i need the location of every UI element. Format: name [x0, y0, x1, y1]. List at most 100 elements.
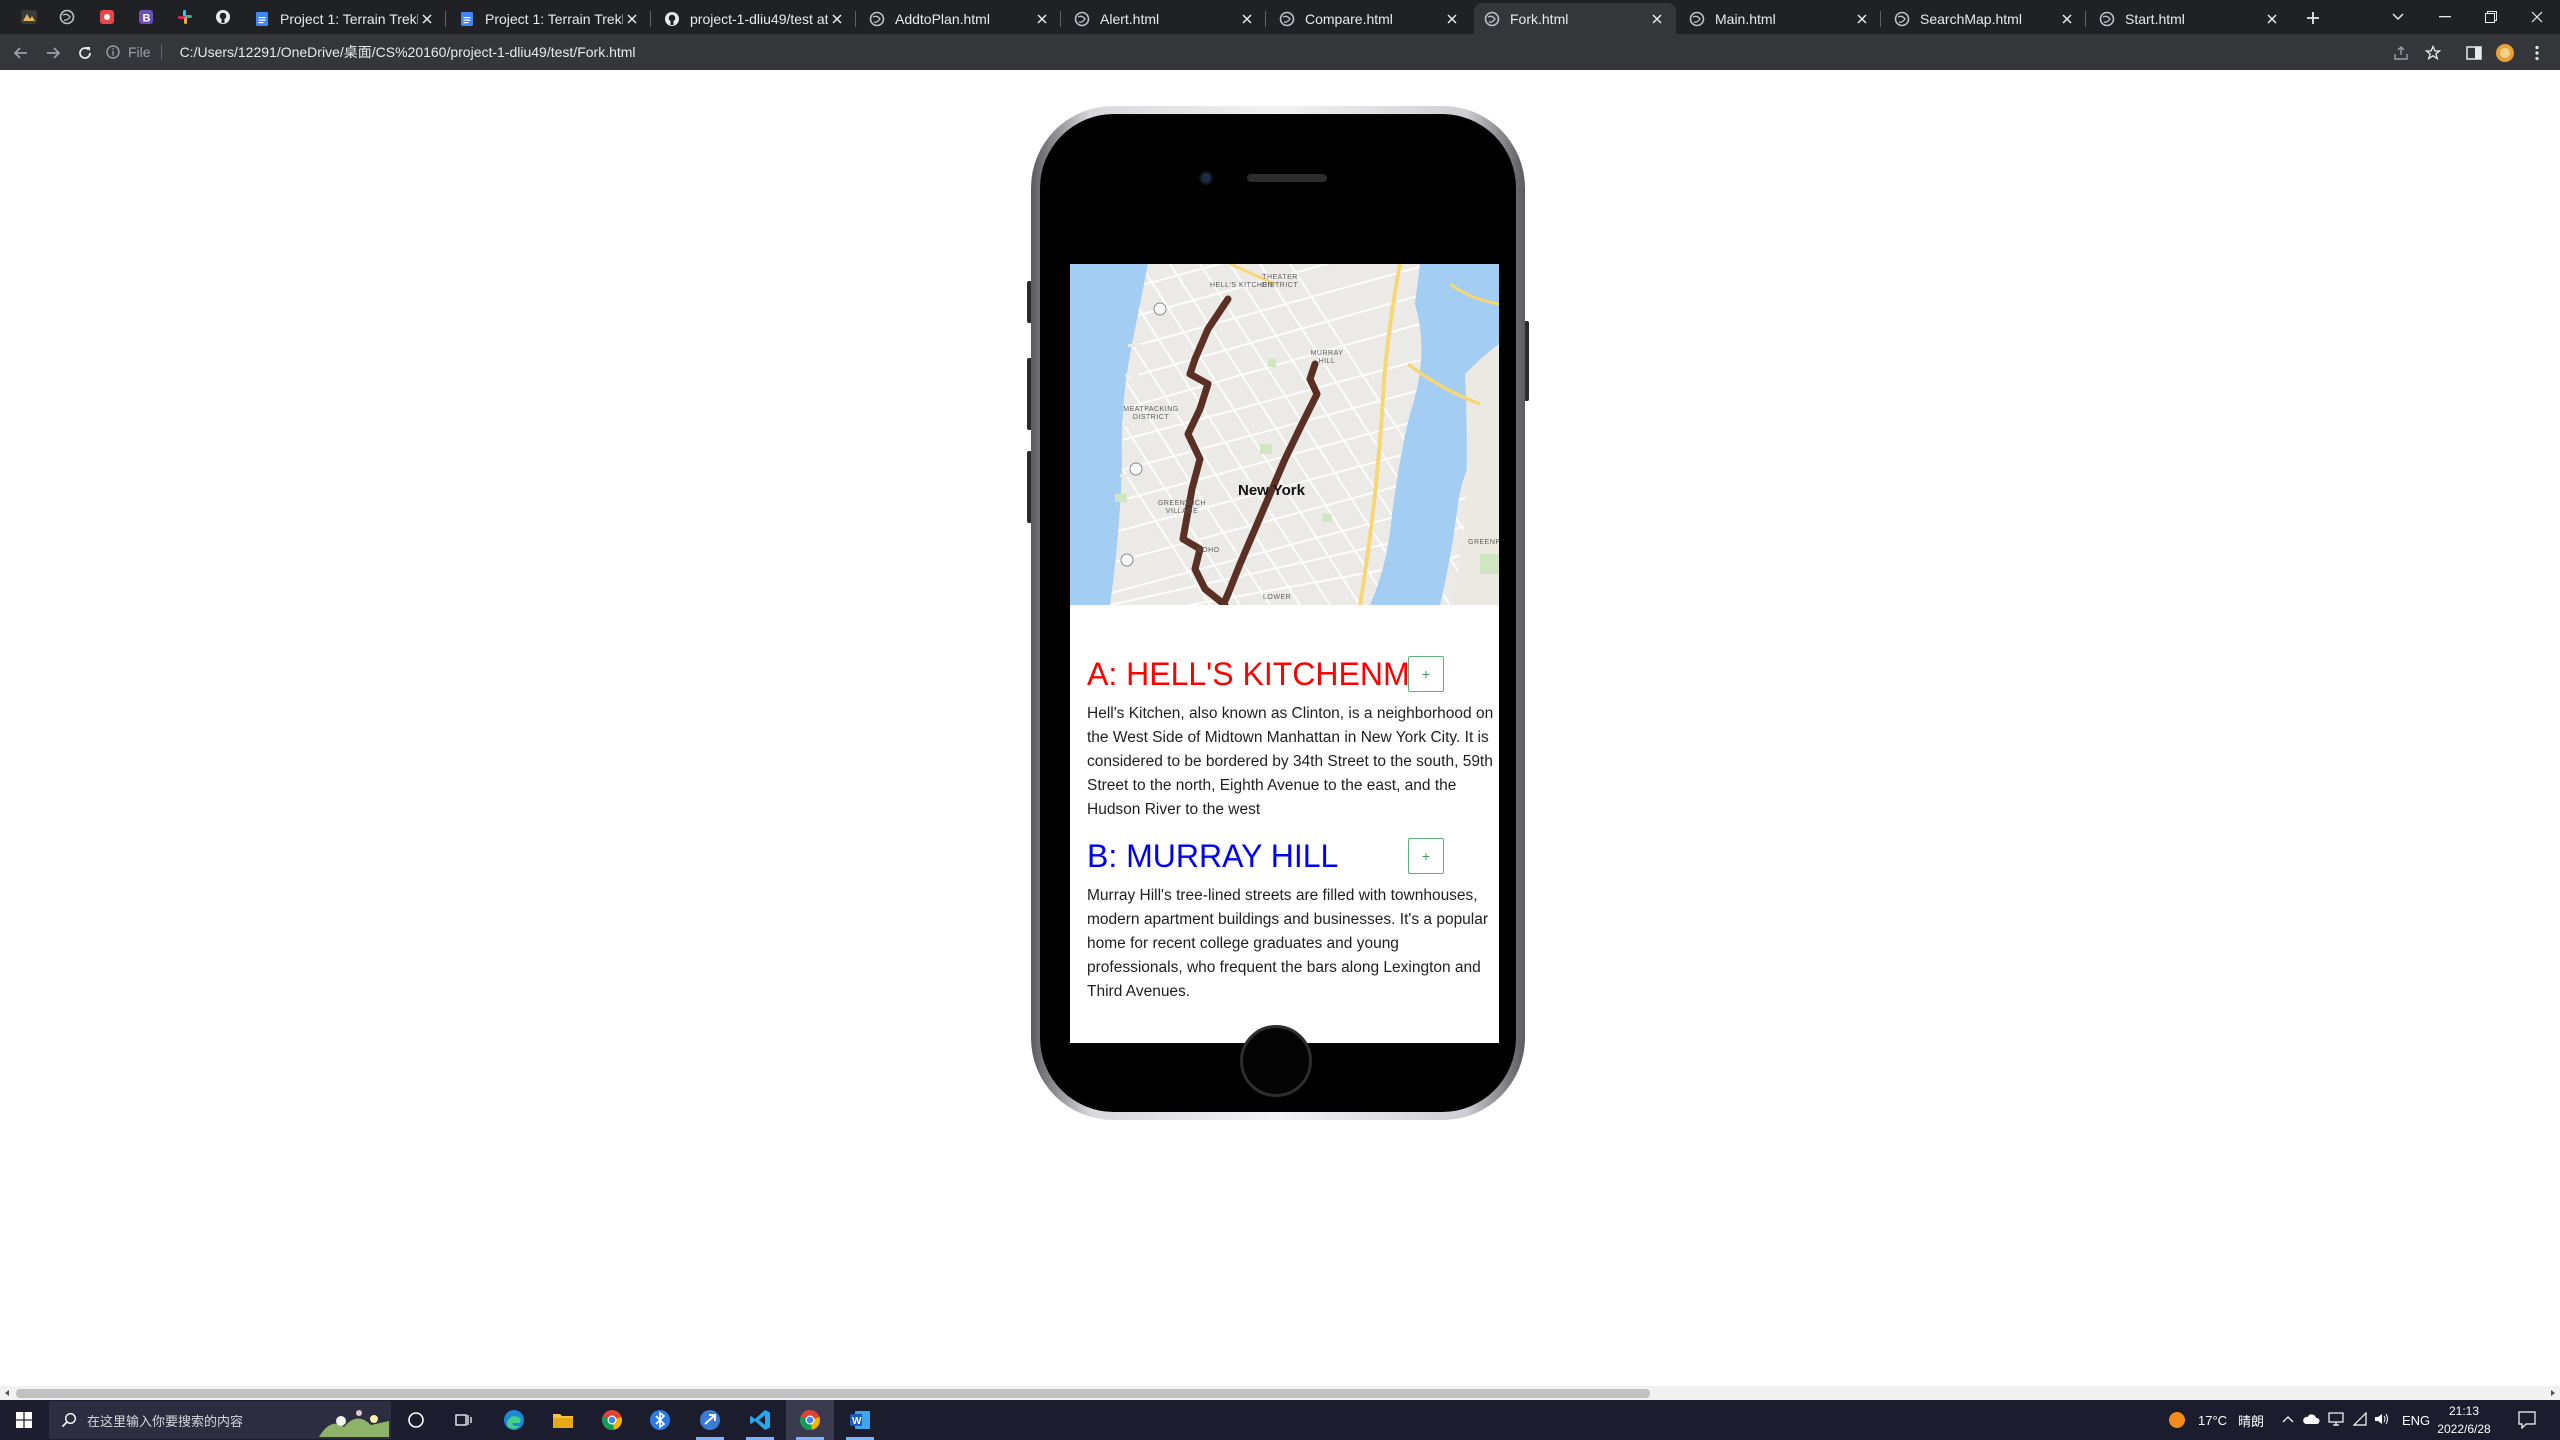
route-map[interactable]: HELL'S KITCHEN THEATER DISTRICT MURRAY H…	[1070, 264, 1499, 609]
globe-icon	[869, 11, 885, 26]
taskbar-app-blue[interactable]	[636, 1400, 684, 1440]
bookmark-button[interactable]	[2421, 41, 2445, 65]
add-to-plan-button[interactable]: +	[1408, 656, 1444, 692]
weather-desc[interactable]: 晴朗	[2238, 1400, 2264, 1440]
restore-button[interactable]	[2468, 0, 2514, 34]
weather-temp[interactable]: 17°C	[2198, 1400, 2227, 1440]
globe-icon	[1279, 11, 1295, 26]
share-button[interactable]	[2389, 41, 2413, 65]
close-icon[interactable]	[623, 10, 641, 28]
tab-5[interactable]: Compare.html	[1269, 3, 1471, 34]
tab-2[interactable]: project-1-dliu49/test at	[654, 3, 856, 34]
close-icon[interactable]	[1648, 10, 1666, 28]
add-to-plan-button[interactable]: +	[1408, 838, 1444, 874]
menu-button[interactable]	[2525, 41, 2549, 65]
circle-icon	[408, 1412, 424, 1428]
tab-1[interactable]: Project 1: Terrain Trekker	[449, 3, 651, 34]
map-label-greenpoint: GREENP	[1468, 539, 1499, 546]
tab-9[interactable]: Start.html	[2089, 3, 2291, 34]
globe-icon	[2099, 11, 2115, 26]
notification-icon[interactable]	[2518, 1411, 2536, 1429]
arrow-left-icon	[13, 47, 27, 59]
tab-7[interactable]: Main.html	[1679, 3, 1881, 34]
github-icon	[665, 11, 679, 26]
map-label-murray-hill: MURRAY HILL	[1310, 350, 1344, 365]
taskbar-app-arrow[interactable]	[686, 1400, 734, 1440]
close-icon[interactable]	[1443, 10, 1461, 28]
close-icon[interactable]	[418, 10, 436, 28]
close-icon[interactable]	[2263, 10, 2281, 28]
close-icon[interactable]	[1238, 10, 1256, 28]
tab-search-button[interactable]	[2375, 0, 2421, 34]
globe-icon	[1074, 11, 1090, 26]
github-icon	[216, 10, 230, 24]
cortana-button[interactable]	[392, 1400, 440, 1440]
pinned-globe-tab[interactable]	[52, 4, 82, 30]
wifi-icon[interactable]	[2352, 1412, 2368, 1426]
close-icon[interactable]	[828, 10, 846, 28]
back-button[interactable]	[8, 40, 34, 66]
tab-0[interactable]: Project 1: Terrain Trekker	[244, 3, 446, 34]
close-icon[interactable]	[1853, 10, 1871, 28]
minimize-button[interactable]	[2422, 0, 2468, 34]
place-card-b: B: MURRAY HILL + Murray Hill's tree-line…	[1087, 836, 1497, 1004]
tab-label: Project 1: Terrain Trekker	[485, 10, 623, 27]
taskbar-word[interactable]: W	[836, 1400, 884, 1440]
cloud-icon[interactable]	[2302, 1413, 2320, 1425]
pinned-extension-tab[interactable]	[92, 4, 122, 30]
pinned-b-tab[interactable]: B	[131, 4, 161, 30]
plus-icon	[2307, 12, 2319, 24]
pinned-app-tab[interactable]	[14, 4, 44, 30]
close-icon[interactable]	[2058, 10, 2076, 28]
site-info-button[interactable]: File	[106, 44, 162, 60]
place-title: B: MURRAY HILL	[1087, 838, 1339, 874]
pinned-slack-tab[interactable]	[170, 4, 200, 30]
vscode-icon	[750, 1410, 770, 1430]
share-icon	[2394, 46, 2408, 60]
tab-3[interactable]: AddtoPlan.html	[859, 3, 1061, 34]
url-text[interactable]: C:/Users/12291/OneDrive/桌面/CS%20160/proj…	[180, 42, 636, 62]
side-panel-button[interactable]	[2462, 41, 2486, 65]
tab-label: Compare.html	[1305, 10, 1393, 27]
task-view-button[interactable]	[440, 1400, 488, 1440]
taskbar-edge[interactable]	[490, 1400, 538, 1440]
weather-sun-icon	[2169, 1412, 2185, 1428]
tab-4[interactable]: Alert.html	[1064, 3, 1266, 34]
info-icon	[106, 45, 120, 59]
taskbar-chrome-active[interactable]	[786, 1400, 834, 1440]
taskbar-chrome-pinned[interactable]	[588, 1400, 636, 1440]
scroll-right-icon[interactable]	[2549, 1389, 2557, 1397]
reload-button[interactable]	[72, 40, 98, 66]
taskbar-file-explorer[interactable]	[539, 1400, 587, 1440]
taskbar-vscode[interactable]	[736, 1400, 784, 1440]
volume-icon[interactable]	[2374, 1412, 2390, 1426]
globe-icon	[59, 9, 75, 25]
search-icon	[61, 1412, 77, 1428]
input-language[interactable]: ENG	[2402, 1400, 2430, 1440]
globe-icon	[1689, 11, 1705, 26]
close-window-button[interactable]	[2514, 0, 2560, 34]
pinned-github-tab[interactable]	[208, 4, 238, 30]
folder-icon	[553, 1414, 573, 1428]
display-icon[interactable]	[2328, 1412, 2344, 1426]
horizontal-scrollbar[interactable]	[0, 1386, 2560, 1400]
forward-button[interactable]	[40, 40, 66, 66]
taskbar-search-box[interactable]: 在这里输入你要搜索的内容	[49, 1401, 391, 1439]
new-tab-button[interactable]	[2300, 5, 2326, 31]
tab-label: Main.html	[1715, 10, 1776, 27]
chevron-up-icon[interactable]	[2282, 1415, 2294, 1423]
earpiece-speaker	[1247, 174, 1327, 182]
scroll-left-icon[interactable]	[3, 1389, 11, 1397]
search-highlight-image	[319, 1410, 389, 1437]
clock[interactable]: 21:13 2022/6/28	[2432, 1402, 2496, 1438]
address-bar[interactable]: File C:/Users/12291/OneDrive/桌面/CS%20160…	[106, 38, 2396, 66]
tab-6[interactable]: Fork.html	[1474, 3, 1676, 34]
tab-8[interactable]: SearchMap.html	[1884, 3, 2086, 34]
profile-button[interactable]	[2493, 41, 2517, 65]
avatar	[2496, 44, 2514, 62]
word-icon: W	[850, 1411, 870, 1429]
start-button[interactable]	[0, 1400, 48, 1440]
app-icon	[21, 10, 37, 24]
close-icon[interactable]	[1033, 10, 1051, 28]
scrollbar-thumb[interactable]	[16, 1389, 1650, 1398]
